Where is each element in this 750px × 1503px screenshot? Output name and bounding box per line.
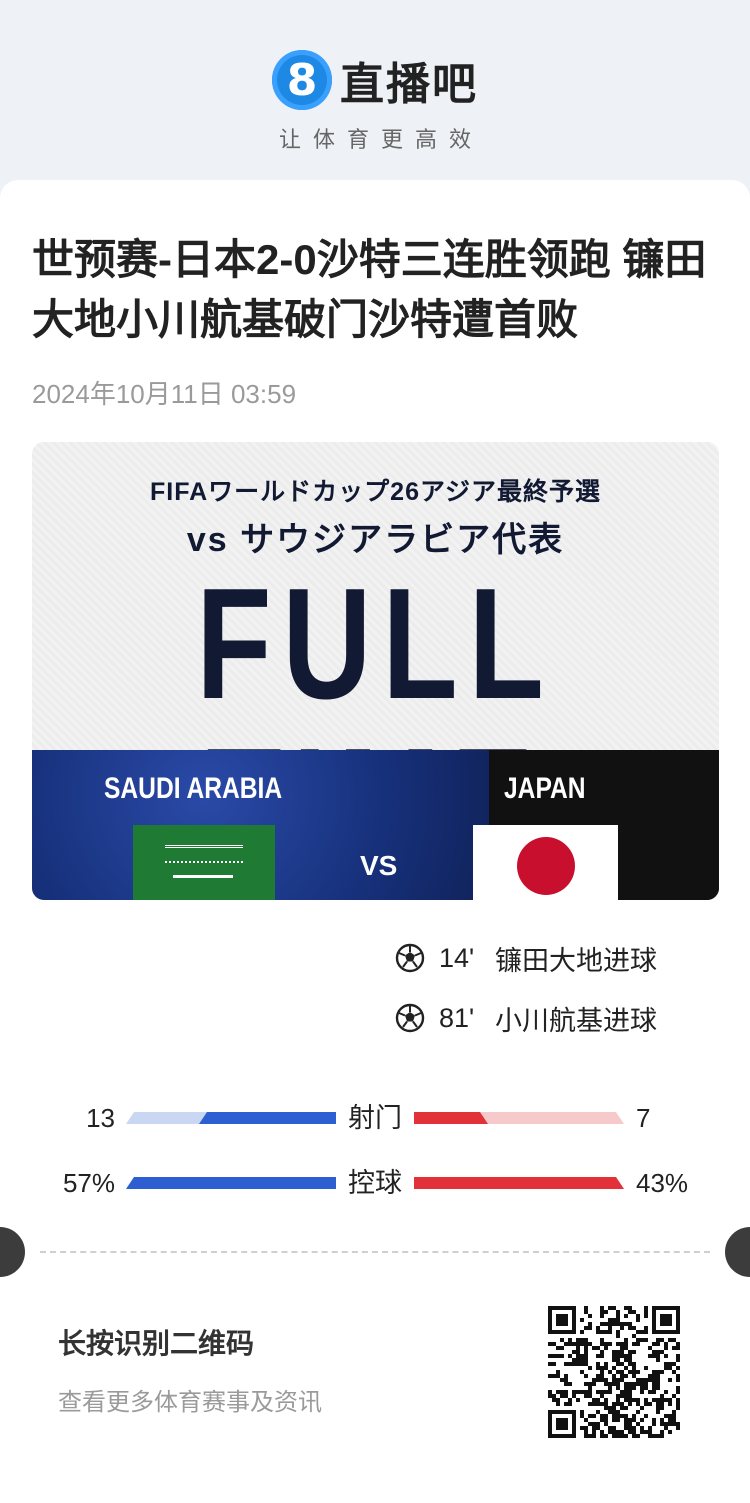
stat-right-bar-fill [414, 1112, 488, 1124]
stat-label: 控球 [348, 1168, 402, 1198]
qr-code-icon[interactable] [548, 1306, 680, 1438]
graphic-top-panel: FIFAワールドカップ26アジア最終予選 vs サウジアラビア代表 FULL T… [32, 442, 719, 884]
qr-title: 长按识别二维码 [58, 1328, 255, 1359]
stat-left-value: 13 [86, 1103, 115, 1133]
stat-right-bar-fill [414, 1177, 624, 1189]
graphic-competition: FIFAワールドカップ26アジア最終予選 [150, 478, 601, 506]
home-team-name: SAUDI ARABIA [104, 772, 283, 805]
article-title: 世预赛-日本2-0沙特三连胜领跑 镰田大地小川航基破门沙特遭首败 [32, 236, 707, 343]
article-card: 世预赛-日本2-0沙特三连胜领跑 镰田大地小川航基破门沙特遭首败 2024年10… [0, 180, 750, 1503]
soccer-ball-icon [395, 1003, 425, 1033]
brand-slogan: 让体育更高效 [278, 127, 483, 152]
goal-minute: 81' [439, 1002, 475, 1033]
stat-label: 射门 [348, 1103, 402, 1133]
stat-row-shots: 13 射门 7 [0, 1098, 750, 1138]
goal-event: 81' 小川航基进球 [395, 998, 657, 1038]
goal-description: 镰田大地进球 [495, 945, 657, 976]
stat-left-bar-fill [126, 1177, 336, 1189]
qr-subtitle: 查看更多体育赛事及资讯 [58, 1389, 322, 1416]
goal-event: 14' 镰田大地进球 [395, 938, 657, 978]
logo-badge-icon: 8 [272, 50, 332, 110]
stat-left-value: 57% [62, 1168, 115, 1198]
graphic-opponent: vs サウジアラビア代表 [186, 521, 565, 559]
ticket-notch-right [725, 1227, 750, 1277]
goal-minute: 14' [439, 942, 475, 973]
away-team-name: JAPAN [504, 772, 586, 805]
article-date: 2024年10月11日 03:59 [32, 379, 297, 409]
brand-name: 直播吧 [340, 60, 478, 109]
brand-header: 8 直播吧 让体育更高效 [0, 48, 750, 154]
japan-flag-icon [473, 825, 618, 900]
goal-description: 小川航基进球 [495, 1005, 657, 1036]
dashed-divider [40, 1251, 710, 1253]
ticket-notch-left [0, 1227, 25, 1277]
stat-left-bar-fill [199, 1112, 336, 1124]
brand-logo-row: 8 直播吧 [0, 48, 750, 112]
stat-right-value: 43% [636, 1168, 689, 1198]
stat-row-possession: 57% 控球 43% [0, 1163, 750, 1203]
vs-label: VS [360, 850, 398, 881]
stat-right-value: 7 [636, 1103, 651, 1133]
saudi-flag-icon [133, 825, 275, 900]
match-result-graphic: FIFAワールドカップ26アジア最終予選 vs サウジアラビア代表 FULL T… [32, 442, 719, 900]
graphic-teams-panel: SAUDI ARABIA JAPAN VS [32, 750, 719, 900]
soccer-ball-icon [395, 943, 425, 973]
